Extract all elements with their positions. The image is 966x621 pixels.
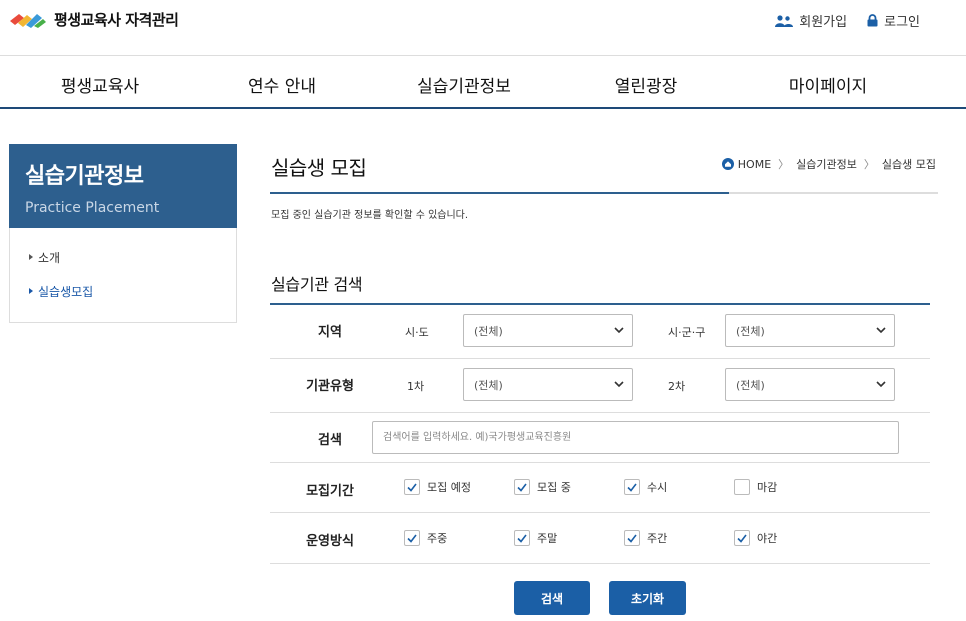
operation-option-night[interactable]: 야간	[734, 530, 777, 546]
chevron-down-icon	[614, 327, 624, 334]
title-divider	[270, 192, 938, 194]
sigungu-label: 시·군·구	[668, 326, 706, 339]
operation-row: 운영방식 주중 주말 주간 야간	[270, 513, 930, 564]
breadcrumb-current: 실습생 모집	[881, 158, 936, 171]
chevron-down-icon	[876, 327, 886, 334]
login-link[interactable]: 로그인	[867, 11, 920, 30]
nav-item-training[interactable]: 연수 안내	[248, 72, 316, 97]
chevron-down-icon	[614, 381, 624, 388]
checkbox[interactable]	[624, 479, 640, 495]
option-label: 모집 예정	[427, 481, 471, 494]
logo-text: 평생교육사 자격관리	[54, 11, 179, 29]
signup-link[interactable]: 회원가입	[775, 11, 847, 30]
period-option-rolling[interactable]: 수시	[624, 479, 667, 495]
checkbox[interactable]	[624, 530, 640, 546]
sido-value: (전체)	[474, 324, 503, 338]
signup-label: 회원가입	[799, 15, 848, 30]
option-label: 모집 중	[537, 481, 571, 494]
chevron-down-icon	[876, 381, 886, 388]
operation-option-weekday[interactable]: 주중	[404, 530, 447, 546]
search-section-title: 실습기관 검색	[271, 275, 363, 294]
option-label: 마감	[757, 481, 778, 494]
page-description: 모집 중인 실습기관 정보를 확인할 수 있습니다.	[271, 210, 469, 221]
keyword-row: 검색	[270, 413, 930, 463]
sidebar-item-label: 실습생모집	[38, 284, 94, 299]
operation-option-daytime[interactable]: 주간	[624, 530, 667, 546]
reset-button[interactable]: 초기화	[609, 581, 686, 615]
first-type-label: 1차	[407, 380, 425, 393]
check-icon	[407, 483, 417, 492]
period-row: 모집기간 모집 예정 모집 중 수시 마감	[270, 463, 930, 513]
utility-menu: 회원가입 로그인	[755, 11, 920, 30]
top-header: 평생교육사 자격관리 회원가입 로그인	[0, 0, 966, 56]
second-type-label: 2차	[668, 380, 686, 393]
option-label: 주중	[427, 532, 448, 545]
chevron-right-icon: 〉	[778, 158, 790, 171]
breadcrumb-home[interactable]: HOME	[738, 158, 771, 171]
second-type-value: (전체)	[736, 378, 765, 392]
sidebar-title: 실습기관정보	[25, 164, 144, 189]
check-icon	[407, 534, 417, 543]
checkbox[interactable]	[514, 479, 530, 495]
nav-item-open-square[interactable]: 열린광장	[615, 72, 678, 97]
institution-type-row: 기관유형 1차 (전체) 2차 (전체)	[270, 359, 930, 413]
checkbox[interactable]	[734, 479, 750, 495]
site-logo[interactable]: 평생교육사 자격관리	[10, 9, 179, 30]
first-type-select[interactable]: (전체)	[463, 368, 633, 401]
users-icon	[775, 14, 794, 27]
option-label: 수시	[647, 481, 668, 494]
period-option-closed[interactable]: 마감	[734, 479, 777, 495]
sidebar-item-recruitment[interactable]: 실습생모집	[29, 284, 236, 299]
institution-type-label: 기관유형	[306, 379, 354, 394]
checkbox[interactable]	[514, 530, 530, 546]
sido-label: 시·도	[405, 326, 429, 339]
nav-item-mypage[interactable]: 마이페이지	[789, 72, 867, 97]
checkbox[interactable]	[734, 530, 750, 546]
nav-item-institution-info[interactable]: 실습기관정보	[417, 72, 511, 97]
second-type-select[interactable]: (전체)	[725, 368, 895, 401]
check-icon	[627, 483, 637, 492]
lock-icon	[867, 14, 878, 27]
page-title: 실습생 모집	[271, 156, 367, 180]
region-row: 지역 시·도 (전체) 시·군·구 (전체)	[270, 305, 930, 359]
first-type-value: (전체)	[474, 378, 503, 392]
caret-right-icon	[29, 288, 33, 294]
check-icon	[737, 534, 747, 543]
login-label: 로그인	[884, 15, 920, 30]
search-button[interactable]: 검색	[514, 581, 590, 615]
main-nav: 평생교육사 연수 안내 실습기관정보 열린광장 마이페이지	[0, 56, 966, 109]
checkbox[interactable]	[404, 479, 420, 495]
sidebar-header: 실습기관정보 Practice Placement	[9, 144, 237, 228]
option-label: 주말	[537, 532, 558, 545]
chevron-right-icon: 〉	[863, 158, 875, 171]
check-icon	[627, 534, 637, 543]
checkbox[interactable]	[404, 530, 420, 546]
logo-icon	[10, 13, 46, 28]
sigungu-value: (전체)	[736, 324, 765, 338]
sigungu-select[interactable]: (전체)	[725, 314, 895, 347]
sido-select[interactable]: (전체)	[463, 314, 633, 347]
operation-label: 운영방식	[306, 534, 354, 549]
breadcrumb-section[interactable]: 실습기관정보	[796, 156, 857, 172]
sidebar-item-label: 소개	[38, 250, 61, 265]
nav-item-educator[interactable]: 평생교육사	[61, 72, 139, 97]
operation-option-weekend[interactable]: 주말	[514, 530, 557, 546]
caret-right-icon	[29, 254, 33, 260]
sidebar-item-intro[interactable]: 소개	[29, 250, 236, 265]
check-icon	[517, 534, 527, 543]
sidebar-subtitle: Practice Placement	[25, 200, 160, 216]
home-icon	[721, 158, 734, 170]
sidebar-menu: 소개 실습생모집	[9, 228, 237, 323]
option-label: 주간	[647, 532, 668, 545]
period-option-ongoing[interactable]: 모집 중	[514, 479, 571, 495]
period-label: 모집기간	[306, 484, 354, 499]
period-option-planned[interactable]: 모집 예정	[404, 479, 471, 495]
check-icon	[517, 483, 527, 492]
breadcrumb: HOME 〉 실습기관정보 〉 실습생 모집	[721, 156, 936, 172]
option-label: 야간	[757, 532, 778, 545]
keyword-input[interactable]	[372, 421, 899, 454]
region-label: 지역	[318, 325, 342, 340]
